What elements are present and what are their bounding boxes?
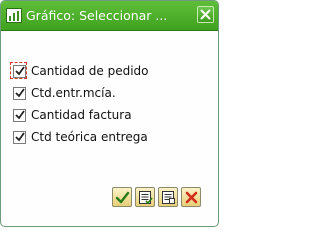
- cancel-button[interactable]: [181, 187, 201, 207]
- checkmark-icon: [115, 191, 130, 204]
- cancel-x-icon: [185, 191, 198, 204]
- window-title: Gráfico: Seleccionar ...: [26, 8, 168, 23]
- confirm-button[interactable]: [112, 187, 132, 207]
- option-label: Ctd teórica entrega: [31, 130, 148, 144]
- checkbox-cantidad-factura[interactable]: [13, 109, 26, 122]
- title-bar[interactable]: Gráfico: Seleccionar ...: [1, 1, 218, 31]
- close-icon: [200, 9, 211, 20]
- check-icon: [15, 110, 25, 120]
- chart-icon: [6, 8, 22, 23]
- focus-ring: [10, 62, 27, 79]
- deselect-all-button[interactable]: [158, 187, 178, 207]
- check-icon: [15, 132, 25, 142]
- checkbox-ctd-entr-mcia[interactable]: [13, 87, 26, 100]
- option-label: Ctd.entr.mcía.: [31, 86, 116, 100]
- checkbox-ctd-teorica-entrega[interactable]: [13, 131, 26, 144]
- check-icon: [15, 88, 25, 98]
- deselect-all-icon: [162, 191, 175, 204]
- select-all-icon: [139, 191, 153, 205]
- option-label: Cantidad factura: [31, 108, 132, 122]
- close-button[interactable]: [197, 6, 214, 23]
- dialog-window: Gráfico: Seleccionar ... Cantidad de ped…: [0, 0, 219, 227]
- select-all-button[interactable]: [135, 187, 155, 207]
- option-label: Cantidad de pedido: [31, 64, 149, 78]
